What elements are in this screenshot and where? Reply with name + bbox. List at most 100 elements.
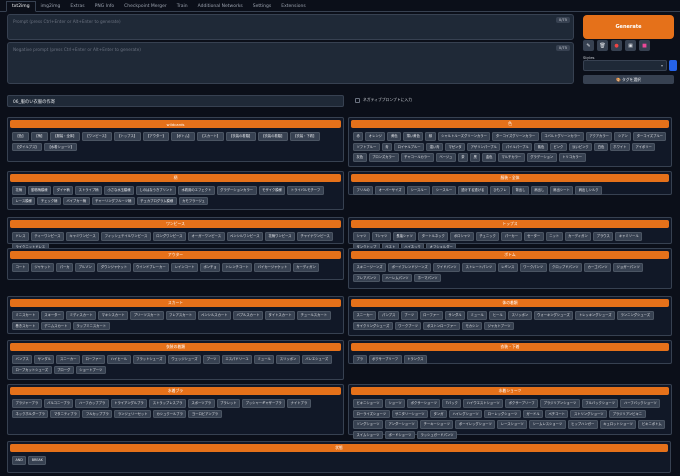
section-header[interactable]: wildcards [10,120,341,128]
tag-button[interactable]: チャコールカラー [400,153,434,162]
tag-button[interactable]: ドレス [12,232,29,241]
tag-button[interactable]: ターコイズグリーンカラー [492,132,539,141]
section-header[interactable]: ワンピース [10,220,341,228]
tag-button[interactable]: 【衣装・下着】 [289,132,320,141]
tag-button[interactable]: トライバルモチーフ [287,186,324,195]
tag-button[interactable]: フレアスカート [165,311,196,320]
tag-button[interactable]: セーター [523,232,544,241]
tag-button[interactable]: 肩出シート [549,186,574,195]
tag-button[interactable]: コバルトグリーンカラー [540,132,584,141]
tab-7[interactable]: Settings [248,2,276,11]
tag-button[interactable]: AND [12,456,27,465]
tag-button[interactable]: バブルスカート [232,311,264,320]
tag-button[interactable]: しのはなうきプリント [136,186,176,195]
tag-button[interactable]: シースルー [407,186,431,195]
tag-button[interactable]: ミュール [467,311,488,320]
tab-4[interactable]: Checkpoint Merger [119,2,172,11]
tag-button[interactable]: ペンシルワンピース [226,232,264,241]
tag-button[interactable]: スリッポン [508,311,532,320]
tag-button[interactable]: プリーツスカート [130,311,164,320]
tag-button[interactable]: 金色 [482,153,496,162]
tag-button[interactable]: ブルゾン [75,263,96,272]
tag-button[interactable]: ハイレグショーツ [448,409,483,419]
tag-button[interactable]: スキニージーンズ [353,263,387,272]
tag-button[interactable]: ブローグ [53,365,74,375]
tag-button[interactable]: 【スカート】 [196,132,224,141]
tag-button[interactable]: ラッシュガードパンツ [416,430,458,440]
tag-button[interactable]: パーカー [501,232,522,241]
tag-button[interactable]: ボーイフレンドジーンズ [388,263,432,272]
tag-button[interactable]: 紫色 [534,142,548,152]
tag-button[interactable]: スポーツブラ [187,399,215,408]
tag-button[interactable]: ローレッグショーツ [484,409,521,419]
tag-button[interactable]: 黄色 [387,132,402,141]
tag-button[interactable]: キャミソール [615,232,643,241]
tag-button[interactable]: パイルパープル [502,142,533,152]
tag-button[interactable]: シアン [614,132,632,141]
tag-button[interactable]: ミュール [254,355,275,364]
tag-button[interactable]: レインコート [171,263,198,272]
tag-button[interactable]: マルチカラー [497,153,525,162]
tag-button[interactable]: ひもフレ [489,186,510,195]
tag-button[interactable]: ヒップハンガー [567,420,598,429]
tab-2[interactable]: Extras [65,2,89,11]
tag-button[interactable]: ネックホルダーブラ [12,409,49,419]
tag-button[interactable]: ブラ [353,355,367,364]
tag-button[interactable]: 灰色 [353,153,367,162]
tag-button[interactable]: シースルー [432,186,456,195]
tag-button[interactable]: パーカ [56,263,74,272]
tag-button[interactable]: ストリングショーツ [570,409,608,419]
tag-button[interactable]: ホーマパンツ [414,273,442,283]
tag-button[interactable]: カーゴパンツ [584,263,612,272]
tag-button[interactable]: BREAK [28,456,47,465]
tag-button[interactable]: 【ボトム】 [171,132,195,141]
tag-button[interactable]: ブーツ [400,311,418,320]
section-header[interactable]: 水着ショーツ [351,387,669,395]
tab-5[interactable]: Train [172,2,193,11]
tag-button[interactable]: ジャケット [30,263,55,272]
tag-button[interactable]: フルカップブラ [82,409,113,419]
styles-dropdown[interactable]: ▾ [583,60,667,71]
tag-button[interactable]: 濃い青 [426,142,443,152]
tag-button[interactable]: ボクサーブリーフ [505,399,539,408]
tag-button[interactable]: アンダーショーツ [385,420,419,429]
tag-button[interactable]: チャイナワンピース [296,232,334,241]
section-header[interactable]: ボトム [351,251,669,259]
tag-button[interactable]: タートルネック [418,232,449,241]
tag-button[interactable]: ビキニボトム [638,420,666,429]
tag-button[interactable]: ランニングシューズ [617,311,654,320]
tag-button[interactable]: ランジェリーセット [114,409,152,419]
save-style-icon[interactable]: ■ [639,40,650,51]
tag-button[interactable]: ワークパンツ [519,263,547,272]
tag-button[interactable]: ワイドパンツ [433,263,461,272]
tag-button[interactable]: トレッキングシューズ [575,311,616,320]
tag-button[interactable]: マキシスカート [98,311,129,320]
tag-button[interactable]: ウインドブレーカー [132,263,170,272]
tag-button[interactable]: ウォーキングシューズ [533,311,574,320]
tag-button[interactable]: チェック柄 [37,196,61,206]
tag-button[interactable]: フリルの [353,186,374,195]
tag-button[interactable]: ボクサーショーツ [407,399,441,408]
section-header[interactable]: 体の着類 [351,299,669,307]
tag-button[interactable]: カシュクールブラ [153,409,187,419]
tag-button[interactable]: ポロシャツ [450,232,474,241]
tag-button[interactable]: チーキーショーツ [420,420,454,429]
tag-button[interactable]: ラップミニスカート [72,321,110,331]
tag-button[interactable]: ポンチョ [199,263,221,272]
prompt-textarea[interactable]: Prompt (press Ctrl+Enter or Alt+Enter to… [7,14,574,40]
tag-button[interactable]: ヨーロビアンブラ [188,409,222,419]
tag-button[interactable]: 花柄 [12,186,26,195]
tag-button[interactable]: アイボリー [631,142,656,152]
tag-button[interactable]: マタニティブラ [50,409,81,419]
tag-button[interactable]: マゼンタ [444,142,466,152]
tag-button[interactable]: カーディガン [564,232,592,241]
tag-button[interactable]: スキーター [40,311,65,320]
tag-button[interactable]: 【柄】 [30,132,48,141]
tag-button[interactable]: カーディガン [292,263,320,272]
tag-button[interactable]: ベージュ [435,153,456,162]
tag-select-button[interactable]: 🎨 タグを選択 [583,75,674,84]
tag-button[interactable]: ハイヒール [107,355,131,364]
tag-button[interactable]: タイトスカート [265,311,296,320]
tag-button[interactable]: ボーイレッグショーツ [455,420,496,429]
tag-button[interactable]: グラデーション [526,153,557,162]
